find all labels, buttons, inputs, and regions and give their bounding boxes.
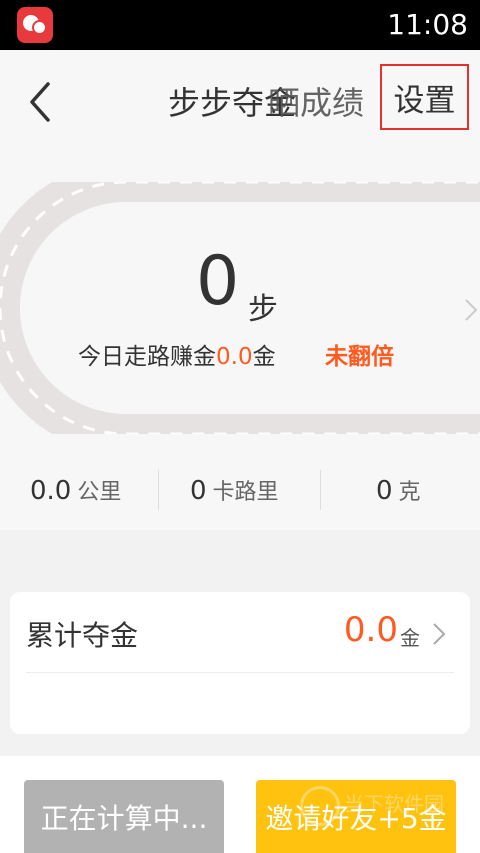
stat-divider [158,470,159,510]
calculating-button[interactable]: 正在计算中... [24,780,224,853]
chevron-left-icon [30,82,50,122]
today-earn-label: 今日走路赚金0.0金 [78,337,276,371]
status-bar: 11:08 [0,0,480,50]
calories-value: 0 [190,476,207,506]
calories-unit: 卡路里 [212,480,279,505]
page-title: 步步夺金 晒成绩 [168,78,364,124]
invite-friends-button[interactable]: 邀请好友+5金 [256,780,456,853]
distance-unit: 公里 [77,480,122,505]
total-gold-card[interactable]: 累计夺金 0.0 金 [10,592,470,734]
steps-unit: 步 [248,292,278,327]
chevron-right-icon [432,622,446,646]
stat-divider [320,470,321,510]
distance-stat: 0.0 公里 [30,474,121,506]
total-gold-label: 累计夺金 [26,619,139,652]
calories-stat: 0 卡路里 [190,474,279,506]
settings-button[interactable]: 设置 [380,64,469,130]
double-status-badge: 未翻倍 [325,344,394,370]
total-gold-unit: 金 [400,626,420,650]
today-earn-unit: 金 [252,344,276,370]
status-time: 11:08 [387,8,468,41]
today-earn-value: 0.0 [216,344,253,370]
share-score-button[interactable]: 晒成绩 [268,78,364,124]
card-divider [26,672,454,673]
weight-unit: 克 [398,480,421,505]
next-page-chevron-icon[interactable] [464,298,478,322]
app-notification-icon [17,7,53,43]
steps-count: 0 [196,242,240,321]
back-button[interactable] [22,80,62,124]
weight-stat: 0克 [376,474,421,506]
today-earn-prefix: 今日走路赚金 [78,344,216,370]
weight-value: 0 [376,476,393,506]
running-track-graphic [0,182,480,434]
total-gold-value: 0.0 [343,610,398,650]
distance-value: 0.0 [30,476,72,506]
